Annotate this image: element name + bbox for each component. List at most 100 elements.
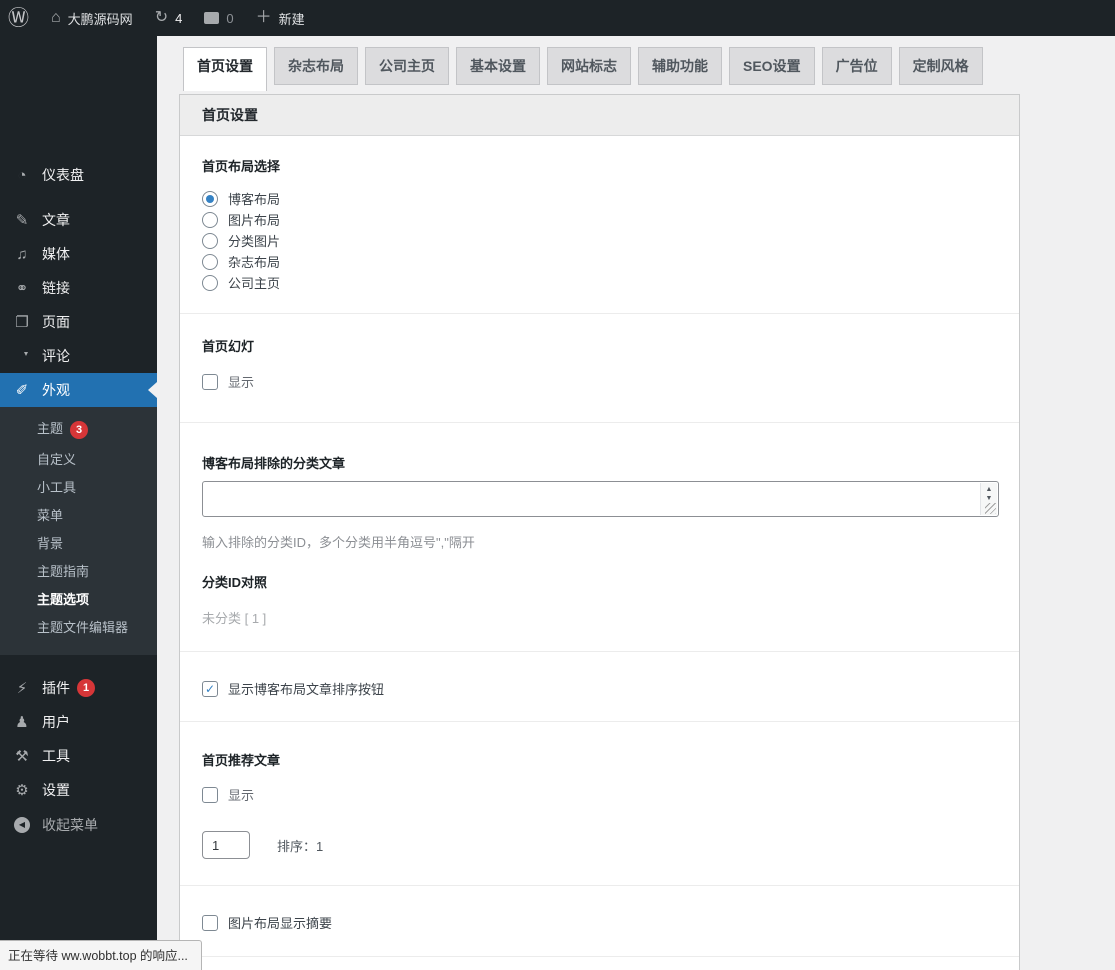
- category-id-map-value: 未分类 [ 1 ]: [202, 611, 267, 626]
- submenu-item-theme-editor[interactable]: 主题文件编辑器: [0, 614, 157, 642]
- resize-grip-handle[interactable]: [985, 503, 996, 514]
- tab-basic-settings[interactable]: 基本设置: [456, 47, 540, 85]
- section-image-summary: 图片布局显示摘要: [180, 886, 1019, 957]
- tab-magazine-layout[interactable]: 杂志布局: [274, 47, 358, 85]
- exclude-categories-input[interactable]: ▲ ▼: [202, 481, 999, 517]
- theme-options-tabs: 首页设置 杂志布局 公司主页 基本设置 网站标志 辅助功能 SEO设置 广告位 …: [183, 47, 983, 91]
- pushpin-icon: ✎: [15, 211, 29, 229]
- status-text: 正在等待 ww.wobbt.top 的响应...: [8, 949, 188, 963]
- sidebar-item-media[interactable]: ♫ 媒体: [0, 237, 157, 271]
- submenu-item-label: 小工具: [37, 480, 77, 495]
- section-new-window: 首页新窗口或标签打开链接: [180, 957, 1019, 970]
- tab-ad-slots[interactable]: 广告位: [821, 47, 892, 85]
- radio[interactable]: [202, 232, 218, 249]
- checkbox-row-image-summary[interactable]: 图片布局显示摘要: [202, 912, 997, 933]
- submenu-item-theme-options[interactable]: 主题选项: [0, 586, 157, 614]
- sidebar-item-label: 收起菜单: [42, 817, 98, 833]
- comments-link[interactable]: 0: [193, 0, 244, 36]
- submenu-item-background[interactable]: 背景: [0, 530, 157, 558]
- tab-site-logo[interactable]: 网站标志: [547, 47, 631, 85]
- checkbox[interactable]: [202, 786, 218, 803]
- collapse-arrow-icon: ◀: [12, 817, 32, 833]
- radio-row-magazine-layout[interactable]: 杂志布局: [202, 251, 997, 272]
- sidebar-item-collapse-menu[interactable]: ◀ 收起菜单: [0, 808, 157, 842]
- sidebar-item-users[interactable]: ♟ 用户: [0, 705, 157, 739]
- dashboard-gauge-icon: ◔: [17, 166, 27, 184]
- checkbox-row-slider-show[interactable]: 显示: [202, 371, 997, 392]
- sidebar-item-settings[interactable]: ⚙ 设置: [0, 773, 157, 807]
- admin-bar: Ⓦ ⌂ 大鹏源码网 ↻ 4 0 ＋ 新建: [0, 0, 1115, 36]
- section-home-layout: 首页布局选择 博客布局 图片布局 分类图片 杂志布局 公司主页: [180, 136, 1019, 314]
- home-settings-panel: 首页设置 首页布局选择 博客布局 图片布局 分类图片 杂志布局 公司主页 首页幻…: [179, 94, 1020, 970]
- radio-selected[interactable]: [202, 190, 218, 207]
- wordpress-logo-icon: Ⓦ: [8, 6, 29, 30]
- submenu-item-label: 自定义: [37, 452, 77, 467]
- sidebar-item-pages[interactable]: ❐ 页面: [0, 305, 157, 339]
- section-label: 首页布局选择: [202, 159, 281, 174]
- checkbox-row-featured-show[interactable]: 显示: [202, 784, 997, 805]
- submenu-item-label: 主题文件编辑器: [37, 620, 129, 635]
- sidebar-item-label: 媒体: [42, 246, 70, 262]
- visit-site-link[interactable]: ⌂ 大鹏源码网: [40, 0, 144, 36]
- chain-link-icon: ⚭: [15, 279, 29, 297]
- radio-label: 公司主页: [228, 276, 281, 291]
- tab-home-settings[interactable]: 首页设置: [183, 47, 267, 91]
- submenu-item-label: 主题: [37, 421, 64, 436]
- radio-row-image-layout[interactable]: 图片布局: [202, 209, 997, 230]
- sidebar-item-dashboard[interactable]: ◔ 仪表盘: [0, 158, 157, 192]
- comments-count: 0: [226, 10, 234, 26]
- category-id-map-label: 分类ID对照: [202, 575, 268, 590]
- themes-update-badge: 3: [70, 421, 89, 439]
- submenu-item-themes[interactable]: 主题 3: [0, 414, 157, 446]
- submenu-item-menus[interactable]: 菜单: [0, 502, 157, 530]
- checkbox[interactable]: [202, 373, 218, 390]
- sidebar-item-plugins[interactable]: ⚡ 插件 1: [0, 671, 157, 705]
- sidebar-item-label: 评论: [42, 348, 70, 364]
- submenu-item-widgets[interactable]: 小工具: [0, 474, 157, 502]
- submenu-item-customize[interactable]: 自定义: [0, 446, 157, 474]
- updates-link[interactable]: ↻ 4: [144, 0, 194, 36]
- tab-auxiliary-functions[interactable]: 辅助功能: [638, 47, 722, 85]
- updates-icon: ↻: [154, 9, 169, 26]
- sidebar-item-label: 仪表盘: [42, 167, 84, 183]
- checkbox[interactable]: [202, 914, 218, 931]
- sidebar-item-label: 文章: [42, 212, 70, 228]
- tab-seo-settings[interactable]: SEO设置: [729, 47, 815, 85]
- tab-company-home[interactable]: 公司主页: [365, 47, 449, 85]
- submenu-item-theme-guide[interactable]: 主题指南: [0, 558, 157, 586]
- tab-custom-style[interactable]: 定制风格: [898, 47, 983, 85]
- featured-order-input[interactable]: [202, 831, 250, 859]
- radio-row-category-image[interactable]: 分类图片: [202, 230, 997, 251]
- checkbox-label: 图片布局显示摘要: [228, 916, 333, 931]
- sidebar-item-label: 工具: [42, 748, 70, 764]
- submenu-item-label: 主题选项: [37, 592, 90, 607]
- wordpress-menu[interactable]: Ⓦ: [0, 0, 40, 36]
- sidebar-item-tools[interactable]: ⚒ 工具: [0, 739, 157, 773]
- checkbox-row-sort-button[interactable]: ✓ 显示博客布局文章排序按钮: [202, 678, 997, 699]
- section-home-slider: 首页幻灯 显示: [180, 314, 1019, 423]
- radio[interactable]: [202, 211, 218, 228]
- sidebar-item-links[interactable]: ⚭ 链接: [0, 271, 157, 305]
- pages-icon: ❐: [15, 313, 29, 331]
- radio-label: 博客布局: [228, 192, 281, 207]
- wrench-icon: ⚒: [15, 747, 29, 765]
- sidebar-item-label: 设置: [42, 782, 70, 798]
- checkbox-checked[interactable]: ✓: [202, 680, 218, 697]
- section-sort-button: ✓ 显示博客布局文章排序按钮: [180, 652, 1019, 722]
- radio[interactable]: [202, 253, 218, 270]
- submenu-item-label: 主题指南: [37, 564, 90, 579]
- panel-title: 首页设置: [180, 95, 1019, 136]
- checkbox-label: 显示博客布局文章排序按钮: [228, 682, 385, 697]
- sidebar-item-appearance[interactable]: ✐ 外观: [0, 373, 157, 407]
- radio-row-company-home[interactable]: 公司主页: [202, 272, 997, 293]
- checkbox-label: 显示: [228, 788, 255, 803]
- radio-row-blog-layout[interactable]: 博客布局: [202, 188, 997, 209]
- new-content-menu[interactable]: ＋ 新建: [245, 0, 316, 36]
- sidebar-item-posts[interactable]: ✎ 文章: [0, 203, 157, 237]
- featured-order-row: 排序：1: [202, 831, 997, 859]
- comments-bubble-icon: [204, 12, 220, 24]
- radio[interactable]: [202, 274, 218, 291]
- spinner-down-icon[interactable]: ▼: [986, 495, 993, 502]
- spinner-up-icon[interactable]: ▲: [986, 486, 993, 493]
- sidebar-item-comments[interactable]: 评论: [0, 339, 157, 373]
